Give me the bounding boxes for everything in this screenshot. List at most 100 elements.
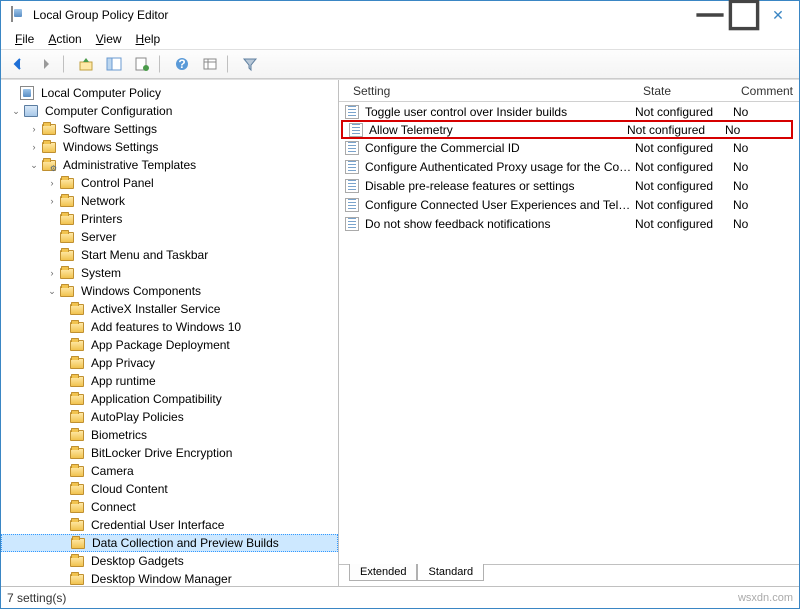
menu-view[interactable]: View bbox=[90, 30, 128, 48]
setting-row[interactable]: Configure Authenticated Proxy usage for … bbox=[339, 157, 799, 176]
tree-windows-settings[interactable]: ›Windows Settings bbox=[1, 138, 338, 156]
tab-standard[interactable]: Standard bbox=[417, 564, 484, 581]
setting-icon bbox=[343, 160, 361, 174]
tree-root[interactable]: Local Computer Policy bbox=[1, 84, 338, 102]
toolbar: ? bbox=[1, 49, 799, 79]
tree-wc-desktop-gadgets[interactable]: Desktop Gadgets bbox=[1, 552, 338, 570]
setting-row[interactable]: Toggle user control over Insider buildsN… bbox=[339, 102, 799, 121]
col-state[interactable]: State bbox=[635, 84, 733, 98]
tree-wc-camera[interactable]: Camera bbox=[1, 462, 338, 480]
svg-text:?: ? bbox=[178, 57, 185, 71]
setting-state: Not configured bbox=[635, 179, 733, 193]
setting-comment: No bbox=[733, 198, 799, 212]
tree-wc-autoplay[interactable]: AutoPlay Policies bbox=[1, 408, 338, 426]
tree-wc-add-features[interactable]: Add features to Windows 10 bbox=[1, 318, 338, 336]
setting-row[interactable]: Disable pre-release features or settings… bbox=[339, 176, 799, 195]
list-body[interactable]: Toggle user control over Insider buildsN… bbox=[339, 102, 799, 564]
tree-wc-activex[interactable]: ActiveX Installer Service bbox=[1, 300, 338, 318]
tree-printers[interactable]: Printers bbox=[1, 210, 338, 228]
setting-comment: No bbox=[733, 179, 799, 193]
setting-row[interactable]: Configure Connected User Experiences and… bbox=[339, 195, 799, 214]
setting-name: Toggle user control over Insider builds bbox=[361, 105, 635, 119]
setting-comment: No bbox=[733, 160, 799, 174]
tab-extended[interactable]: Extended bbox=[349, 564, 417, 581]
setting-state: Not configured bbox=[635, 105, 733, 119]
titlebar: Local Group Policy Editor ✕ bbox=[1, 1, 799, 29]
menu-help[interactable]: Help bbox=[130, 30, 167, 48]
setting-icon bbox=[343, 141, 361, 155]
setting-state: Not configured bbox=[635, 160, 733, 174]
setting-icon bbox=[343, 179, 361, 193]
setting-state: Not configured bbox=[635, 141, 733, 155]
app-icon bbox=[11, 7, 27, 23]
toolbar-separator bbox=[227, 55, 233, 73]
menubar: File Action View Help bbox=[1, 29, 799, 49]
setting-name: Configure the Commercial ID bbox=[361, 141, 635, 155]
setting-comment: No bbox=[725, 123, 791, 137]
back-button[interactable] bbox=[5, 52, 31, 76]
toolbar-separator bbox=[63, 55, 69, 73]
view-tabs: Extended Standard bbox=[339, 564, 799, 586]
tree-server[interactable]: Server bbox=[1, 228, 338, 246]
tree-wc-app-runtime[interactable]: App runtime bbox=[1, 372, 338, 390]
tree-start-menu[interactable]: Start Menu and Taskbar bbox=[1, 246, 338, 264]
main-area: Local Computer Policy ⌄Computer Configur… bbox=[1, 79, 799, 586]
watermark: wsxdn.com bbox=[738, 592, 793, 604]
properties-button[interactable] bbox=[129, 52, 155, 76]
menu-action[interactable]: Action bbox=[42, 30, 87, 48]
up-button[interactable] bbox=[73, 52, 99, 76]
setting-comment: No bbox=[733, 105, 799, 119]
setting-icon bbox=[347, 123, 365, 137]
forward-button[interactable] bbox=[33, 52, 59, 76]
setting-row[interactable]: Do not show feedback notificationsNot co… bbox=[339, 214, 799, 233]
tree-windows-components[interactable]: ⌄Windows Components bbox=[1, 282, 338, 300]
tree-computer-config[interactable]: ⌄Computer Configuration bbox=[1, 102, 338, 120]
tree-wc-app-package[interactable]: App Package Deployment bbox=[1, 336, 338, 354]
maximize-button[interactable] bbox=[727, 3, 761, 27]
toolbar-separator bbox=[159, 55, 165, 73]
tree-software-settings[interactable]: ›Software Settings bbox=[1, 120, 338, 138]
tree-system[interactable]: ›System bbox=[1, 264, 338, 282]
filter-button[interactable] bbox=[237, 52, 263, 76]
settings-pane: Setting State Comment Toggle user contro… bbox=[339, 80, 799, 586]
setting-name: Disable pre-release features or settings bbox=[361, 179, 635, 193]
setting-name: Do not show feedback notifications bbox=[361, 217, 635, 231]
tree-wc-app-compat[interactable]: Application Compatibility bbox=[1, 390, 338, 408]
tree-wc-biometrics[interactable]: Biometrics bbox=[1, 426, 338, 444]
tree-wc-cred-ui[interactable]: Credential User Interface bbox=[1, 516, 338, 534]
tree-pane: Local Computer Policy ⌄Computer Configur… bbox=[1, 80, 339, 586]
setting-icon bbox=[343, 198, 361, 212]
setting-state: Not configured bbox=[635, 217, 733, 231]
view-button[interactable] bbox=[197, 52, 223, 76]
navigation-tree[interactable]: Local Computer Policy ⌄Computer Configur… bbox=[1, 80, 338, 586]
setting-name: Configure Connected User Experiences and… bbox=[361, 198, 635, 212]
tree-network[interactable]: ›Network bbox=[1, 192, 338, 210]
statusbar: 7 setting(s) wsxdn.com bbox=[1, 586, 799, 608]
show-hide-tree-button[interactable] bbox=[101, 52, 127, 76]
menu-file[interactable]: File bbox=[9, 30, 40, 48]
close-button[interactable]: ✕ bbox=[761, 3, 795, 27]
tree-wc-connect[interactable]: Connect bbox=[1, 498, 338, 516]
tree-wc-bitlocker[interactable]: BitLocker Drive Encryption bbox=[1, 444, 338, 462]
minimize-button[interactable] bbox=[693, 3, 727, 27]
setting-icon bbox=[343, 217, 361, 231]
col-setting[interactable]: Setting bbox=[339, 84, 635, 98]
status-text: 7 setting(s) bbox=[7, 591, 66, 605]
tree-admin-templates[interactable]: ⌄Administrative Templates bbox=[1, 156, 338, 174]
col-comment[interactable]: Comment bbox=[733, 84, 799, 98]
setting-state: Not configured bbox=[627, 123, 725, 137]
tree-control-panel[interactable]: ›Control Panel bbox=[1, 174, 338, 192]
help-button[interactable]: ? bbox=[169, 52, 195, 76]
setting-comment: No bbox=[733, 217, 799, 231]
tree-wc-data-collection[interactable]: Data Collection and Preview Builds bbox=[1, 534, 338, 552]
tree-wc-cloud[interactable]: Cloud Content bbox=[1, 480, 338, 498]
setting-name: Configure Authenticated Proxy usage for … bbox=[361, 160, 635, 174]
setting-row[interactable]: Allow TelemetryNot configuredNo bbox=[341, 120, 793, 139]
setting-row[interactable]: Configure the Commercial IDNot configure… bbox=[339, 138, 799, 157]
list-header: Setting State Comment bbox=[339, 80, 799, 102]
setting-name: Allow Telemetry bbox=[365, 123, 627, 137]
setting-icon bbox=[343, 105, 361, 119]
tree-wc-dwm[interactable]: Desktop Window Manager bbox=[1, 570, 338, 586]
setting-state: Not configured bbox=[635, 198, 733, 212]
tree-wc-app-privacy[interactable]: App Privacy bbox=[1, 354, 338, 372]
